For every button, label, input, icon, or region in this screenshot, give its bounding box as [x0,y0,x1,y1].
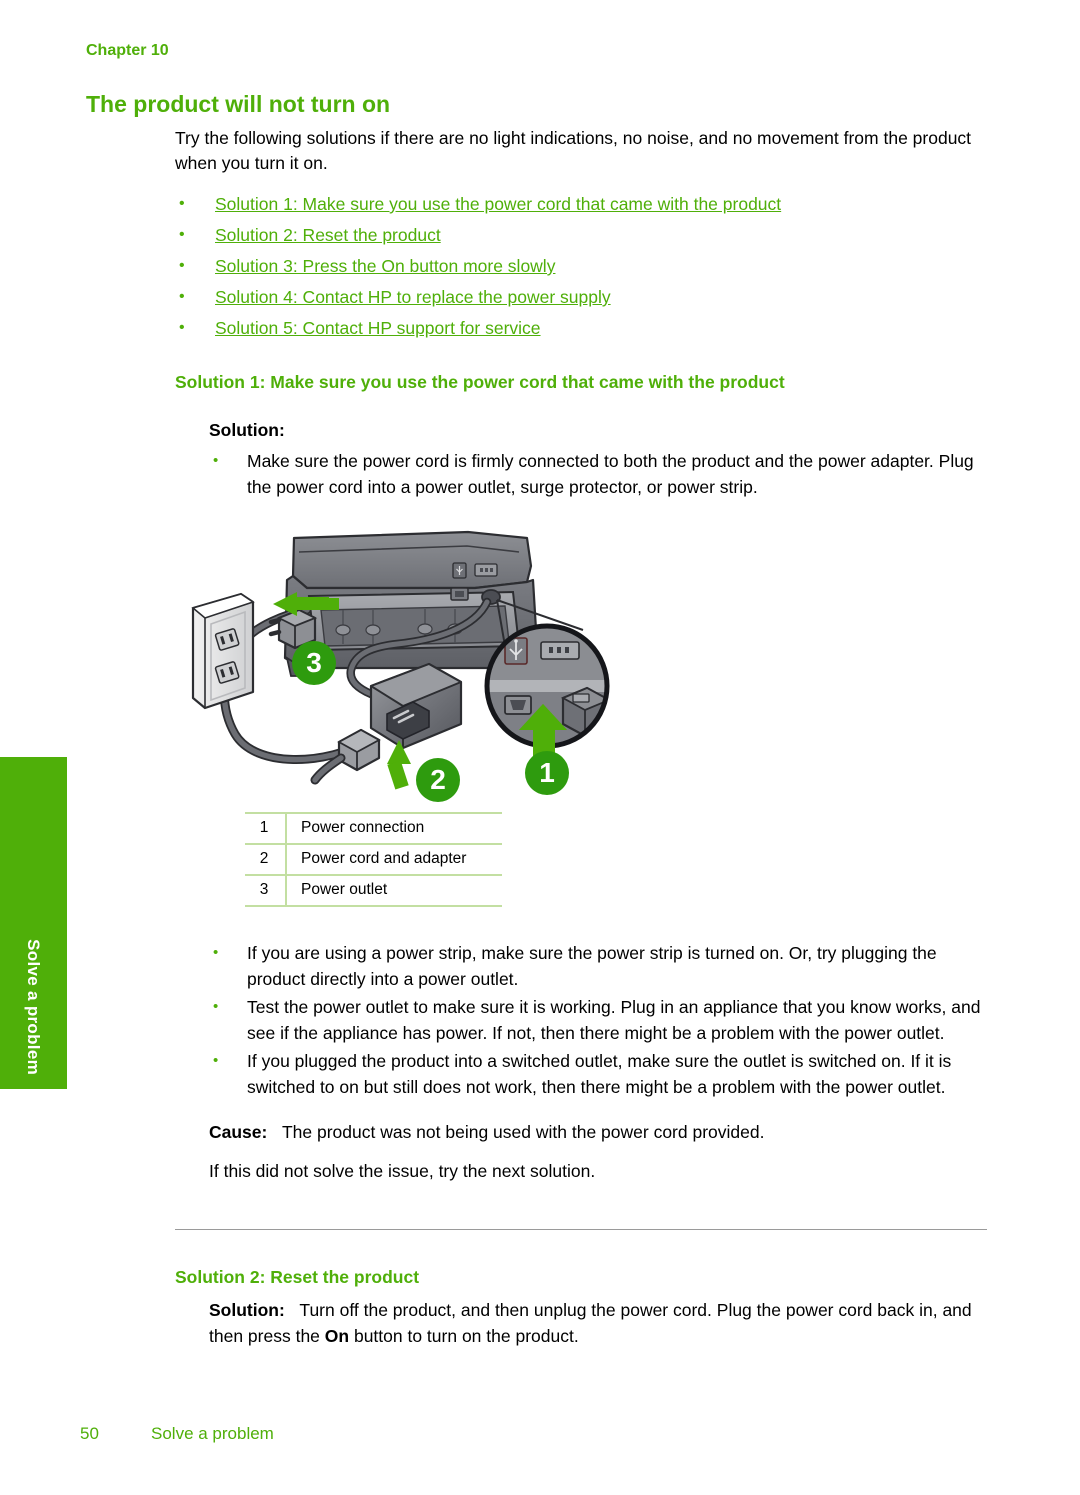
footer-section-label: Solve a problem [151,1424,274,1443]
link-solution-4[interactable]: Solution 4: Contact HP to replace the po… [215,287,611,307]
callout-badge-2: 2 [416,758,460,802]
list-item: Solution 5: Contact HP support for servi… [175,315,987,342]
link-solution-5[interactable]: Solution 5: Contact HP support for servi… [215,318,541,338]
chapter-label: Chapter 10 [86,42,169,59]
footer-page-number: 50 [80,1424,99,1443]
legend-description: Power outlet [286,874,503,907]
link-solution-1[interactable]: Solution 1: Make sure you use the power … [215,194,781,214]
page-footer: 50 Solve a problem [80,1424,274,1444]
svg-text:3: 3 [306,647,322,678]
cause-text: The product was not being used with the … [281,1122,765,1142]
solution-2-emphasis-on: On [324,1325,350,1346]
next-solution-text: If this did not solve the issue, try the… [209,1160,596,1181]
legend-number: 1 [245,812,287,845]
list-item: Test the power outlet to make sure it is… [175,994,987,1046]
figure-legend-table: 1 Power connection 2 Power cord and adap… [245,812,503,907]
link-solution-3[interactable]: Solution 3: Press the On button more slo… [215,256,555,276]
side-tab-solve-a-problem: Solve a problem [0,757,67,1089]
content-column: Try the following solutions if there are… [175,126,987,1349]
intro-paragraph: Try the following solutions if there are… [175,128,972,173]
solution-links-list: Solution 1: Make sure you use the power … [175,191,987,342]
section-divider [175,1229,987,1230]
list-item: Solution 2: Reset the product [175,222,987,249]
solution-2-text-part1: Turn off the product, and then unplug th… [209,1300,972,1346]
side-tab-label: Solve a problem [24,939,44,1075]
solution-1-solution-label: Solution: [209,420,285,440]
list-item: Solution 1: Make sure you use the power … [175,191,987,218]
list-item: If you are using a power strip, make sur… [175,940,987,992]
legend-number: 3 [245,874,287,907]
solution-1-heading: Solution 1: Make sure you use the power … [175,372,785,392]
list-item: Make sure the power cord is firmly conne… [175,448,987,500]
callout-badge-3: 3 [292,641,336,685]
cause-label: Cause: [209,1122,268,1142]
cause-row: Cause: The product was not being used wi… [209,1120,987,1146]
solution-1-bullets-after-figure: If you are using a power strip, make sur… [175,940,987,1100]
solution-2-solution-label: Solution: [209,1300,285,1320]
list-item: Solution 4: Contact HP to replace the po… [175,284,987,311]
table-row: 3 Power outlet [245,874,503,907]
svg-text:2: 2 [430,764,446,795]
legend-number: 2 [245,843,287,876]
solution-1-bullets-before-figure: Make sure the power cord is firmly conne… [175,448,987,500]
table-row: 1 Power connection [245,812,503,845]
list-item: Solution 3: Press the On button more slo… [175,253,987,280]
legend-description: Power connection [286,812,503,845]
solution-2-text-part2: button to turn on the product. [349,1325,579,1346]
power-adapter-brick [369,662,463,750]
svg-text:1: 1 [539,757,555,788]
legend-description: Power cord and adapter [286,843,503,876]
printer-power-connection-diagram: 1 2 3 [175,518,987,808]
wall-outlet [191,592,255,710]
table-row: 2 Power cord and adapter [245,843,503,876]
callout-badge-1: 1 [525,751,569,795]
solution-2-heading: Solution 2: Reset the product [175,1267,420,1287]
list-item: If you plugged the product into a switch… [175,1048,987,1100]
page-title: The product will not turn on [86,91,391,117]
link-solution-2[interactable]: Solution 2: Reset the product [215,225,441,245]
solution-2-body: Solution: Turn off the product, and then… [209,1298,987,1349]
